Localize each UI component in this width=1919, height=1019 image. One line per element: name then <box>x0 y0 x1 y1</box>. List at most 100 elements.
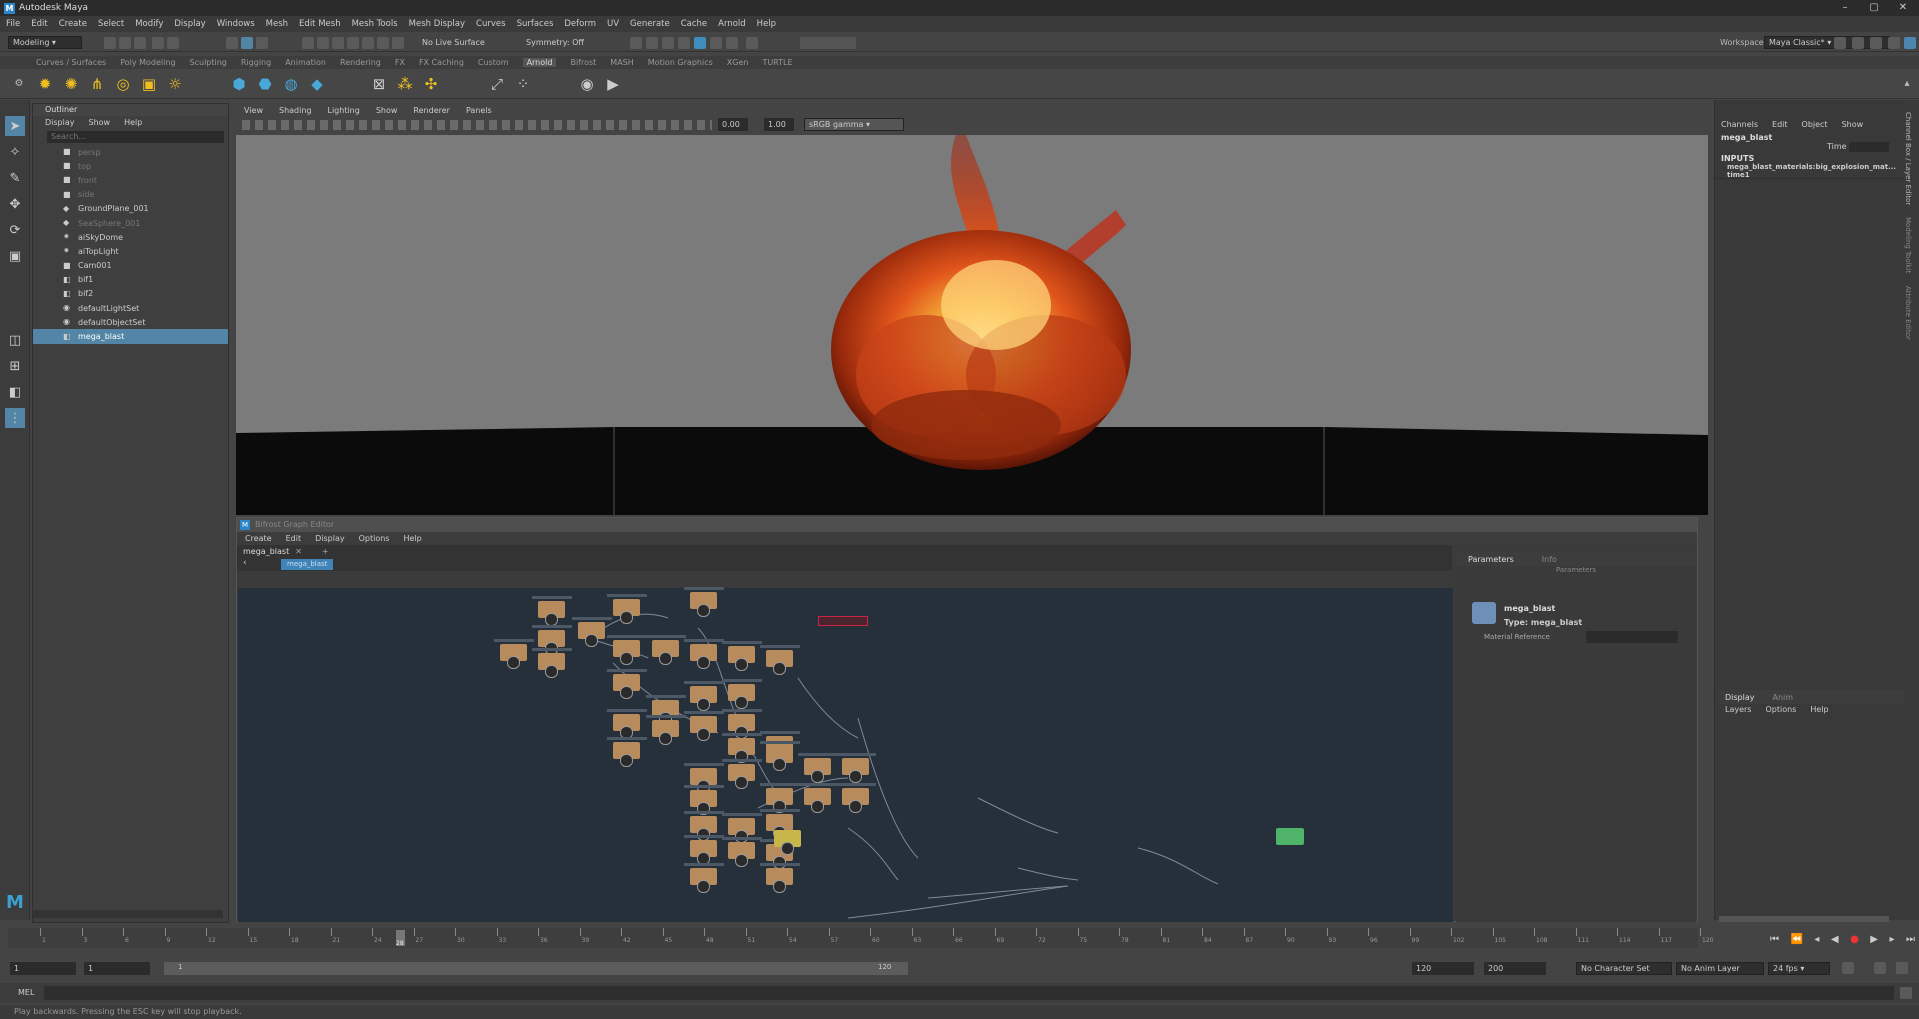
menu-arnold[interactable]: Arnold <box>718 19 746 29</box>
outliner-item[interactable]: ◉ defaultObjectSet <box>33 315 228 329</box>
outliner-hscrollbar[interactable] <box>33 910 223 918</box>
shelf-tab-xgen[interactable]: XGen <box>727 58 749 67</box>
script-editor-icon[interactable] <box>1900 987 1912 999</box>
params-tab-info[interactable]: Info <box>1542 555 1557 564</box>
ge-add-tab-icon[interactable]: + <box>322 547 329 556</box>
outliner-item[interactable]: ◉ defaultLightSet <box>33 301 228 315</box>
play-forward-icon[interactable]: ▶ <box>1870 934 1878 945</box>
graph-node[interactable] <box>652 720 679 745</box>
menu-edit[interactable]: Edit <box>31 19 47 29</box>
node-graph-canvas[interactable] <box>238 587 1453 922</box>
autokey-icon[interactable] <box>1874 962 1886 974</box>
ge-tab-mega-blast[interactable]: mega_blast <box>243 547 289 556</box>
goto-end-icon[interactable]: ⏭ <box>1906 934 1915 945</box>
graph-node[interactable] <box>613 742 640 767</box>
ipr-render-icon[interactable] <box>646 37 658 49</box>
outliner-item[interactable]: ■ side <box>33 188 228 202</box>
arnold-view-icon[interactable]: ◉ <box>578 75 596 93</box>
record-icon[interactable]: ● <box>1850 934 1859 945</box>
menu-mesh-display[interactable]: Mesh Display <box>409 19 465 29</box>
undo-icon[interactable] <box>152 37 164 49</box>
graph-node[interactable] <box>766 746 793 771</box>
ge-menu-create[interactable]: Create <box>245 534 272 543</box>
flush-cache-icon[interactable]: ⊠ <box>370 75 388 93</box>
outliner-item[interactable]: ✷ aiTopLight <box>33 244 228 258</box>
cb-menu-edit[interactable]: Edit <box>1772 120 1788 129</box>
graph-node[interactable] <box>804 788 831 813</box>
shelf-tab-sculpting[interactable]: Sculpting <box>190 58 227 67</box>
menu-mesh-tools[interactable]: Mesh Tools <box>352 19 398 29</box>
live-surface-label[interactable]: No Live Surface <box>422 38 485 47</box>
viewport-menu-lighting[interactable]: Lighting <box>327 106 359 115</box>
outliner-item[interactable]: ■ Cam001 <box>33 259 228 273</box>
layer-tab-display[interactable]: Display <box>1725 693 1755 702</box>
aov-icon[interactable]: ⤢ <box>488 75 506 93</box>
graph-node[interactable] <box>728 842 755 867</box>
outliner-item[interactable]: ■ front <box>33 173 228 187</box>
shelf-tab-fx-caching[interactable]: FX Caching <box>419 58 464 67</box>
step-back-key-icon[interactable]: ⏪ <box>1790 934 1802 945</box>
menu-create[interactable]: Create <box>59 19 87 29</box>
redo-icon[interactable] <box>167 37 179 49</box>
graph-node[interactable] <box>766 814 793 839</box>
mesh-light-icon[interactable]: ▣ <box>140 75 158 93</box>
arnold-render-icon[interactable] <box>710 37 722 49</box>
menu-surfaces[interactable]: Surfaces <box>517 19 554 29</box>
toggle-toolbox-icon[interactable] <box>1852 37 1864 49</box>
step-forward-frame-icon[interactable]: ▸ <box>1889 934 1894 945</box>
ge-back-icon[interactable]: ‹ <box>243 558 247 568</box>
toggle-attributes-icon[interactable] <box>1888 37 1900 49</box>
ge-menu-help[interactable]: Help <box>403 534 421 543</box>
outliner-item[interactable]: ◧ bif1 <box>33 273 228 287</box>
close-button[interactable]: ✕ <box>1888 0 1918 16</box>
layer-menu-options[interactable]: Options <box>1765 705 1796 714</box>
scale-tool-icon[interactable]: ▣ <box>5 246 25 266</box>
user-icon[interactable] <box>1834 37 1846 49</box>
shelf-tab-motion-graphics[interactable]: Motion Graphics <box>648 58 713 67</box>
exposure-field[interactable]: 0.00 <box>718 118 748 131</box>
outliner-item[interactable]: ◆ GroundPlane_001 <box>33 202 228 216</box>
graph-node[interactable] <box>766 868 793 893</box>
cmdline-language-label[interactable]: MEL <box>18 988 34 997</box>
select-object-icon[interactable] <box>241 37 253 49</box>
cb-menu-channels[interactable]: Channels <box>1721 120 1758 129</box>
snap-curve-icon[interactable] <box>317 37 329 49</box>
render-play-icon[interactable]: ▶ <box>604 75 622 93</box>
shelf-scroll-icon[interactable]: ▴ <box>1898 75 1916 93</box>
side-tab-channel-box[interactable]: Channel Box / Layer Editor <box>1904 112 1912 205</box>
toggle-channelbox-icon[interactable] <box>1870 37 1882 49</box>
layer-tab-anim[interactable]: Anim <box>1773 693 1794 702</box>
tx-manager-icon[interactable]: ⁂ <box>396 75 414 93</box>
side-by-side-icon[interactable]: ◧ <box>5 382 25 402</box>
shelf-tab-custom[interactable]: Custom <box>478 58 509 67</box>
maximize-button[interactable]: ▢ <box>1859 0 1889 16</box>
volume-icon[interactable]: ◍ <box>282 75 300 93</box>
graph-node[interactable] <box>613 599 640 624</box>
shelf-tab-rendering[interactable]: Rendering <box>340 58 381 67</box>
cb-menu-show[interactable]: Show <box>1842 120 1864 129</box>
range-slider[interactable]: 1 120 <box>164 962 908 975</box>
graph-node[interactable] <box>766 650 793 675</box>
pause-render-icon[interactable] <box>726 37 738 49</box>
params-tab-parameters[interactable]: Parameters <box>1468 555 1514 564</box>
step-back-frame-icon[interactable]: ◂ <box>1814 934 1819 945</box>
save-scene-icon[interactable] <box>134 37 146 49</box>
select-component-icon[interactable] <box>256 37 268 49</box>
shelf-tab-poly[interactable]: Poly Modeling <box>120 58 175 67</box>
graph-node[interactable] <box>690 840 717 865</box>
outliner-persp-icon[interactable]: ⋮ <box>5 408 25 428</box>
graph-node[interactable] <box>728 714 755 739</box>
viewport-3d[interactable] <box>236 135 1708 515</box>
menu-generate[interactable]: Generate <box>630 19 670 29</box>
side-tab-attribute-editor[interactable]: Attribute Editor <box>1904 286 1912 340</box>
menu-display[interactable]: Display <box>174 19 205 29</box>
viewport-menu-shading[interactable]: Shading <box>279 106 312 115</box>
shelf-options-icon[interactable]: ⚙ <box>10 75 28 93</box>
shelf-tab-rigging[interactable]: Rigging <box>241 58 271 67</box>
move-tool-icon[interactable]: ✥ <box>5 194 25 214</box>
new-scene-icon[interactable] <box>104 37 116 49</box>
menu-uv[interactable]: UV <box>607 19 619 29</box>
shelf-tab-arnold[interactable]: Arnold <box>522 58 557 67</box>
snap-view-icon[interactable] <box>377 37 389 49</box>
ge-breadcrumb[interactable]: mega_blast <box>281 559 334 570</box>
